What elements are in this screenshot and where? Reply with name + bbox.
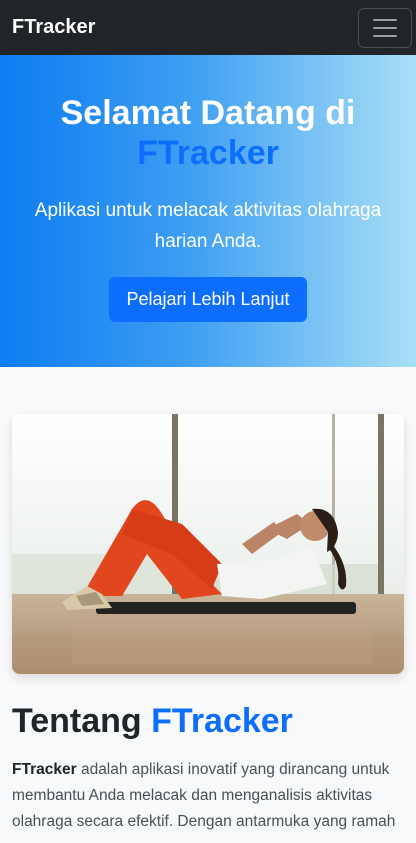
hero-title: Selamat Datang di FTracker bbox=[0, 93, 416, 173]
navbar-toggler-button[interactable] bbox=[358, 7, 412, 48]
learn-more-button[interactable]: Pelajari Lebih Lanjut bbox=[109, 277, 307, 322]
navbar-brand[interactable]: FTracker bbox=[12, 16, 95, 39]
about-title-prefix: Tentang bbox=[12, 702, 142, 740]
about-title-brand: FTracker bbox=[151, 702, 293, 740]
about-section: Tentang FTracker FTracker adalah aplikas… bbox=[0, 367, 416, 843]
navbar: FTracker bbox=[0, 0, 416, 55]
about-description: FTracker adalah aplikasi inovatif yang d… bbox=[12, 757, 404, 835]
about-title: Tentang FTracker bbox=[12, 701, 404, 741]
workout-image bbox=[12, 414, 404, 674]
hero-title-prefix: Selamat Datang di bbox=[60, 94, 356, 132]
hero-subtitle: Aplikasi untuk melacak aktivitas olahrag… bbox=[34, 200, 382, 252]
hamburger-icon bbox=[373, 18, 397, 21]
about-brand-bold: FTracker bbox=[12, 761, 77, 778]
hero-title-brand: FTracker bbox=[137, 134, 279, 172]
hero-section: Selamat Datang di FTracker Aplikasi untu… bbox=[0, 55, 416, 367]
